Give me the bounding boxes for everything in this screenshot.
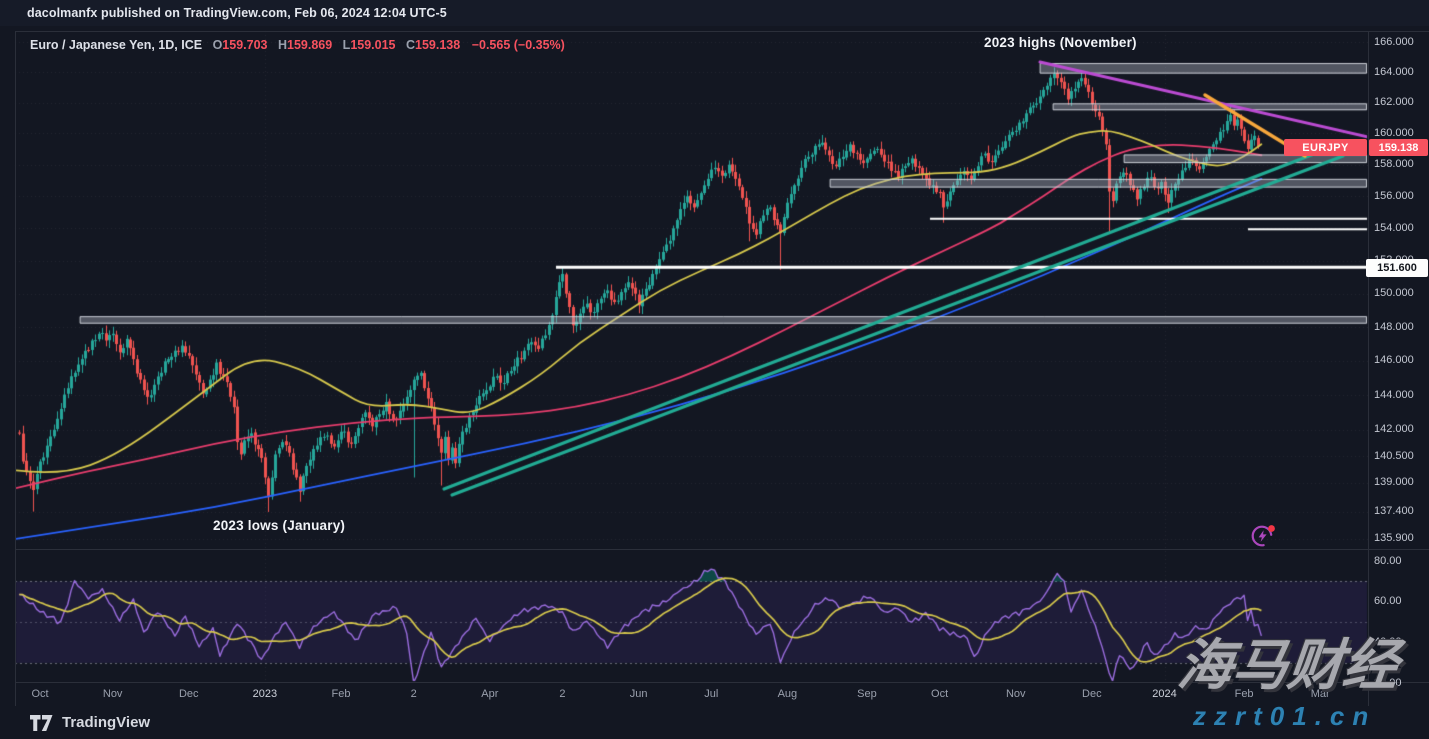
time-axis-label[interactable]: Oct	[931, 688, 948, 700]
chart-top-border	[15, 31, 1429, 32]
price-axis-label[interactable]: 142.000	[1374, 423, 1414, 435]
price-axis-label[interactable]: 137.400	[1374, 505, 1414, 517]
time-axis-label[interactable]: Apr	[481, 688, 498, 700]
time-axis-label[interactable]: Jun	[630, 688, 648, 700]
time-axis-label[interactable]: Nov	[103, 688, 123, 700]
price-axis-label[interactable]: 135.900	[1374, 532, 1414, 544]
time-axis-label[interactable]: Aug	[778, 688, 798, 700]
publish-info: dacolmanfx published on TradingView.com,…	[27, 6, 447, 20]
close-label: C	[406, 38, 415, 52]
high-value: 159.869	[287, 38, 332, 52]
chart-left-border	[15, 31, 16, 706]
rsi-axis-label[interactable]: 60.00	[1374, 595, 1402, 607]
time-axis-label[interactable]: Nov	[1006, 688, 1026, 700]
price-axis-label[interactable]: 139.000	[1374, 476, 1414, 488]
time-axis-label[interactable]: 2023	[253, 688, 277, 700]
watermark-cn: 海马财经	[1175, 638, 1429, 693]
price-axis-label[interactable]: 158.000	[1374, 158, 1414, 170]
time-axis-label[interactable]: 2	[411, 688, 417, 700]
flash-boost-icon[interactable]	[1249, 522, 1279, 555]
tradingview-published-chart: dacolmanfx published on TradingView.com,…	[0, 0, 1429, 739]
symbol-price-flag: EURJPY	[1284, 139, 1367, 156]
symbol-name: Euro / Japanese Yen, 1D, ICE	[30, 38, 202, 52]
time-axis-label[interactable]: 2	[559, 688, 565, 700]
close-value: 159.138	[415, 38, 460, 52]
high-label: H	[278, 38, 287, 52]
time-axis-label[interactable]: Jul	[704, 688, 718, 700]
open-value: 159.703	[222, 38, 267, 52]
annotation-2023-lows: 2023 lows (January)	[213, 518, 345, 533]
time-axis-label[interactable]: Dec	[1082, 688, 1102, 700]
last-price-badge: 159.138	[1369, 139, 1428, 156]
time-axis-label[interactable]: Feb	[332, 688, 351, 700]
time-axis-label[interactable]: Sep	[857, 688, 877, 700]
price-axis-label[interactable]: 140.500	[1374, 450, 1414, 462]
tradingview-logo-icon[interactable]	[30, 715, 54, 736]
time-axis-label[interactable]: 2024	[1152, 688, 1176, 700]
pane-divider[interactable]	[15, 549, 1429, 550]
time-axis-label[interactable]: Dec	[179, 688, 199, 700]
price-axis-label[interactable]: 150.000	[1374, 287, 1414, 299]
annotation-2023-highs: 2023 highs (November)	[984, 35, 1137, 50]
rsi-axis-label[interactable]: 80.00	[1374, 555, 1402, 567]
level-price-badge: 151.600	[1366, 259, 1428, 277]
price-axis-label[interactable]: 154.000	[1374, 222, 1414, 234]
price-axis-label[interactable]: 166.000	[1374, 36, 1414, 48]
change-value: −0.565 (−0.35%)	[472, 38, 565, 52]
watermark-url: zzrt01.cn	[1193, 701, 1376, 732]
open-label: O	[213, 38, 223, 52]
price-axis-label[interactable]: 164.000	[1374, 66, 1414, 78]
price-axis-label[interactable]: 156.000	[1374, 190, 1414, 202]
publish-bar: dacolmanfx published on TradingView.com,…	[0, 0, 1429, 26]
low-value: 159.015	[350, 38, 395, 52]
price-axis-label[interactable]: 144.000	[1374, 389, 1414, 401]
price-axis-label[interactable]: 162.000	[1374, 96, 1414, 108]
time-axis-label[interactable]: Oct	[31, 688, 48, 700]
price-axis-label[interactable]: 148.000	[1374, 321, 1414, 333]
price-axis-label[interactable]: 146.000	[1374, 354, 1414, 366]
symbol-legend[interactable]: Euro / Japanese Yen, 1D, ICE O159.703 H1…	[30, 38, 565, 52]
chart-canvas[interactable]	[0, 0, 1429, 739]
tradingview-brand[interactable]: TradingView	[62, 714, 150, 731]
price-axis-label[interactable]: 160.000	[1374, 127, 1414, 139]
price-axis-border[interactable]	[1368, 31, 1369, 706]
